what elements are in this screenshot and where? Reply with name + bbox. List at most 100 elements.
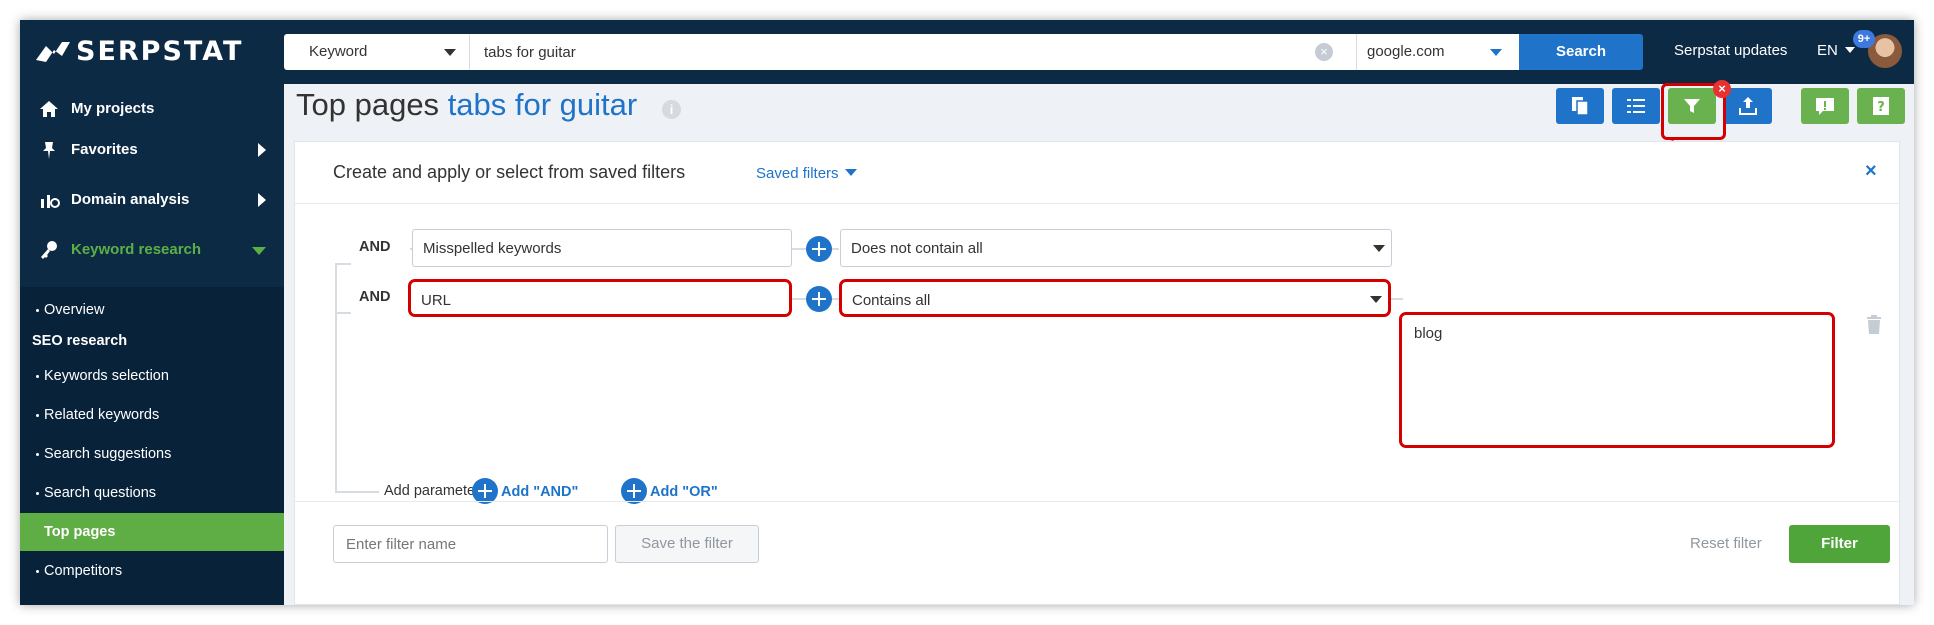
sidebar-item-label: Competitors <box>44 563 123 579</box>
sidebar-item-keywords-selection[interactable]: Keywords selection <box>20 357 284 395</box>
sidebar-item-competitors[interactable]: Competitors <box>20 552 284 590</box>
chevron-down-icon <box>1370 296 1382 303</box>
sidebar-item-label: Top pages <box>44 524 116 540</box>
sidebar-item-label: Related keywords <box>44 407 160 423</box>
sidebar-item-domain-analysis[interactable]: Domain analysis <box>20 175 284 225</box>
chevron-right-icon <box>258 143 266 157</box>
add-parameter-label: Add parameter: <box>384 483 484 499</box>
chevron-right-icon <box>258 193 266 207</box>
filter-panel-title: Create and apply or select from saved fi… <box>333 162 686 182</box>
search-button[interactable]: Search <box>1519 34 1643 70</box>
close-panel-button[interactable]: × <box>1865 160 1877 183</box>
chevron-down-icon <box>444 49 456 56</box>
search-input[interactable] <box>470 34 1356 70</box>
apply-filter-button[interactable]: Filter <box>1789 525 1890 563</box>
upload-icon <box>1739 97 1757 115</box>
section-heading-seo-research: SEO research <box>32 333 128 349</box>
saved-filters-label: Saved filters <box>756 165 839 182</box>
sidebar-item-label: My projects <box>71 100 155 117</box>
help-button[interactable]: ? <box>1857 88 1905 124</box>
svg-text:?: ? <box>1877 100 1885 115</box>
chart-icon <box>41 195 60 208</box>
alert-message-icon <box>1816 98 1834 115</box>
sidebar-item-label: Search suggestions <box>44 446 172 462</box>
add-condition-icon[interactable] <box>806 236 832 262</box>
tree-connector <box>1391 298 1403 300</box>
filter-condition-value: Does not contain all <box>851 240 983 257</box>
sidebar-item-label: Domain analysis <box>71 191 190 208</box>
sidebar-item-keyword-research[interactable]: Keyword research <box>20 225 284 275</box>
trash-icon[interactable] <box>1866 315 1882 335</box>
copy-icon <box>1572 97 1589 116</box>
chevron-down-icon <box>1373 245 1385 252</box>
columns-button[interactable] <box>1612 88 1660 124</box>
updates-link[interactable]: Serpstat updates <box>1674 42 1787 59</box>
info-icon[interactable]: i <box>662 100 681 119</box>
tree-connector <box>335 263 351 265</box>
page-title-text: Top pages <box>296 87 440 122</box>
save-filter-button[interactable]: Save the filter <box>615 525 759 563</box>
filter-field-select[interactable]: Misspelled keywords <box>412 229 889 267</box>
filter-field-value: Misspelled keywords <box>423 240 562 257</box>
bullet-icon <box>36 414 39 417</box>
sidebar-item-search-questions[interactable]: Search questions <box>20 474 284 512</box>
sidebar-item-related-keywords[interactable]: Related keywords <box>20 396 284 434</box>
logo[interactable]: SERPSTAT <box>34 34 243 68</box>
chevron-down-icon <box>844 169 857 176</box>
filter-field-select[interactable]: URL <box>408 279 887 317</box>
filter-name-input[interactable]: Enter filter name <box>333 525 608 563</box>
help-icon: ? <box>1873 97 1889 115</box>
add-and-label: Add "AND" <box>501 483 579 500</box>
sidebar-item-overview[interactable]: Overview <box>20 291 284 329</box>
tree-connector <box>335 312 351 314</box>
feedback-button[interactable] <box>1801 88 1849 124</box>
copy-button[interactable] <box>1556 88 1604 124</box>
sidebar-item-label: Keyword research <box>71 241 202 258</box>
tree-connector <box>335 491 379 493</box>
chevron-down-icon <box>1490 49 1502 56</box>
chevron-down-icon <box>1845 47 1856 53</box>
pin-icon <box>43 142 55 159</box>
search-engine-value: google.com <box>1367 43 1445 60</box>
clear-icon[interactable]: × <box>1315 43 1333 61</box>
bullet-icon <box>36 453 39 456</box>
filter-condition-select[interactable]: Does not contain all <box>840 229 1392 267</box>
filter-condition-value: Contains all <box>852 292 931 309</box>
sidebar-item-label: Favorites <box>71 141 138 158</box>
logo-text: SERPSTAT <box>76 35 244 67</box>
sidebar-item-search-suggestions[interactable]: Search suggestions <box>20 435 284 473</box>
app-window: SERPSTAT Keyword × google.com Search Ser… <box>20 20 1914 605</box>
tree-connector <box>335 263 337 493</box>
sidebar-item-top-pages[interactable]: Top pages <box>20 513 284 551</box>
search-type-value: Keyword <box>309 43 368 60</box>
search-type-select[interactable]: Keyword <box>284 34 470 70</box>
bullet-icon <box>36 492 39 495</box>
page-title: Top pages tabs for guitar <box>296 87 637 123</box>
logo-mark-icon <box>36 42 70 62</box>
and-label: AND <box>359 239 391 255</box>
reset-filter-button[interactable]: Reset filter <box>1690 535 1762 552</box>
key-icon <box>41 241 57 259</box>
language-value: EN <box>1817 42 1838 59</box>
add-condition-icon[interactable] <box>806 286 832 312</box>
keyword-research-submenu: Overview SEO research Keywords selection… <box>20 287 284 605</box>
sidebar-item-favorites[interactable]: Favorites <box>20 125 284 175</box>
top-bar: SERPSTAT Keyword × google.com Search Ser… <box>20 20 1914 84</box>
filter-panel: Create and apply or select from saved fi… <box>294 141 1901 605</box>
filter-panel-footer: Enter filter name Save the filter Reset … <box>295 501 1901 605</box>
saved-filters-dropdown[interactable]: Saved filters <box>756 165 857 182</box>
filter-value-textarea[interactable]: blog <box>1399 312 1835 448</box>
bullet-icon <box>36 309 39 312</box>
sidebar: My projects Favorites Domain analysis Ke… <box>20 84 284 605</box>
chevron-down-icon <box>252 247 266 255</box>
export-button[interactable] <box>1724 88 1772 124</box>
filter-condition-select[interactable]: Contains all <box>839 279 1391 317</box>
add-or-label: Add "OR" <box>650 483 718 500</box>
close-icon[interactable]: × <box>1713 80 1731 98</box>
sidebar-item-label: Overview <box>44 302 105 318</box>
sidebar-item-label: Search questions <box>44 485 157 501</box>
bullet-icon <box>36 375 39 378</box>
language-select[interactable]: EN <box>1817 42 1856 59</box>
filter-field-value: URL <box>421 292 452 309</box>
search-engine-select[interactable]: google.com <box>1356 34 1519 70</box>
